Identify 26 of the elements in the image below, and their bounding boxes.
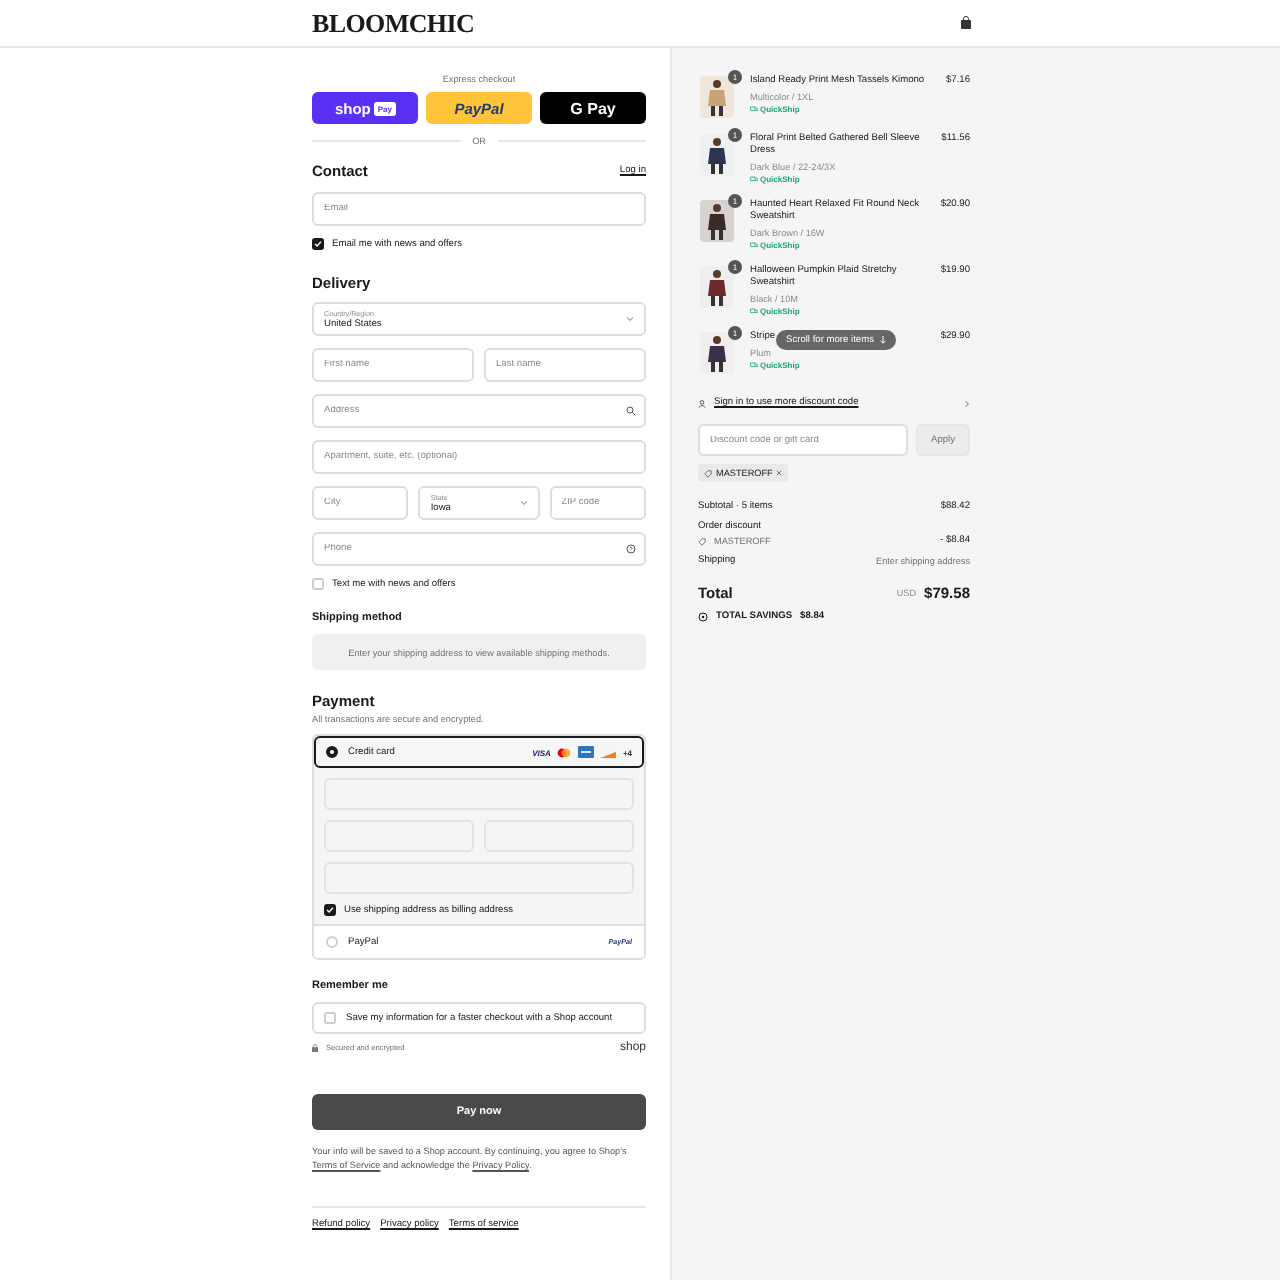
help-icon[interactable]: [626, 544, 636, 554]
discover-icon: [600, 746, 617, 758]
google-pay-button[interactable]: G Pay: [540, 92, 646, 124]
chevron-right-icon[interactable]: [964, 399, 970, 407]
truck-icon: [750, 242, 758, 248]
truck-icon: [750, 362, 758, 368]
checkbox[interactable]: [324, 904, 336, 916]
truck-icon: [750, 176, 758, 182]
amex-icon: [578, 746, 595, 758]
shopping-bag-icon[interactable]: [960, 16, 972, 30]
lock-icon: [312, 1044, 318, 1052]
arrow-down-icon: [879, 336, 886, 344]
logo[interactable]: BLOOMCHIC: [312, 7, 475, 39]
truck-icon: [750, 106, 758, 112]
chevron-down-icon: [519, 500, 528, 506]
user-icon: [698, 399, 706, 407]
radio-button[interactable]: [326, 746, 338, 758]
search-icon: [626, 406, 636, 416]
mastercard-icon: [556, 747, 573, 757]
truck-icon: [750, 308, 758, 314]
savings-icon: [698, 612, 708, 622]
checkbox[interactable]: [312, 238, 324, 250]
remove-icon[interactable]: [776, 470, 783, 476]
chevron-down-icon: [626, 316, 634, 322]
tag-icon: [704, 469, 712, 477]
tag-icon: [698, 537, 706, 545]
